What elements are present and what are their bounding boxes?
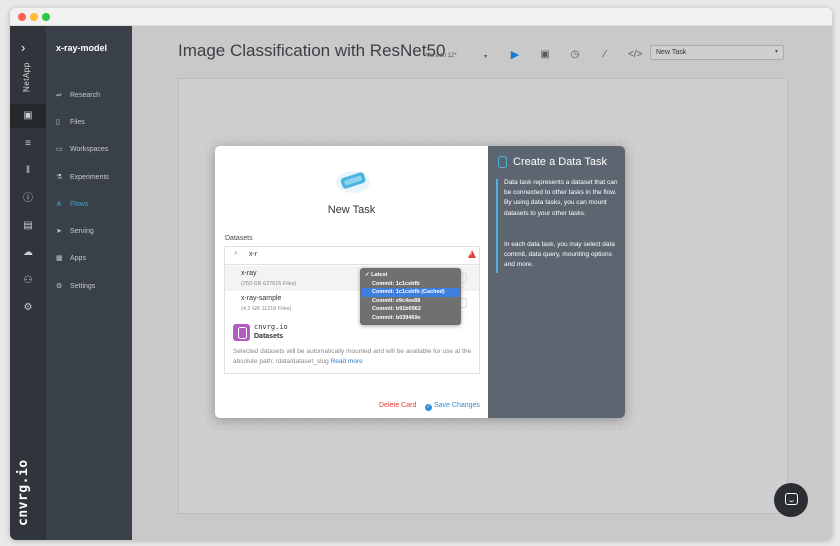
datasets-logo-icon [233,324,250,341]
delete-card-button[interactable]: Delete Card [379,402,416,409]
help-accent-bar [496,179,498,273]
page-title: Image Classification with ResNet50 [178,41,446,60]
sidebar-item-files[interactable]: ▯ Files [56,116,132,130]
flask-icon: ⚗ [56,174,63,181]
grid-icon: ▦ [56,255,63,262]
read-more-link[interactable]: Read more [331,358,363,365]
data-task-icon [498,156,507,168]
commit-option[interactable]: Commit: b91b0962 [361,305,460,314]
maximize-window-button[interactable] [42,13,50,21]
commit-option[interactable]: Commit: e9c4ee88 [361,297,460,306]
brand-title: Datasets [254,333,284,340]
save-changes-button[interactable]: ✓ Save Changes [425,402,480,411]
research-icon: ⇌ [56,92,62,99]
chat-icon [785,493,798,505]
commit-option-label: Commit: e9c4ee88 [372,297,421,304]
cnvrg-logo: cnvrg.io [16,459,31,526]
data-task-icon [336,171,370,193]
sidebar-item-label: Apps [70,255,86,262]
sidebar-item-settings[interactable]: ⚙ Settings [56,280,132,294]
library-icon[interactable]: ‖ [22,165,34,177]
package-icon[interactable]: ▤ [22,220,34,232]
icon-rail: › NetApp ▣ ≡ ‖ ⓘ ▤ ☁ ⚇ ⚙ cnvrg.io [10,26,46,540]
chevron-down-icon[interactable]: ▾ [484,53,487,60]
dialog-actions: Delete Card ✓ Save Changes [215,402,488,412]
warning-icon: ! [468,250,476,258]
check-icon: ✓ [425,404,432,411]
commit-dropdown: ✓ Latest Commit: 1c1cebfb Commit: 1c1ceb… [360,268,461,325]
sidebar-item-label: Serving [70,228,94,235]
chevron-right-icon[interactable]: › [21,40,25,55]
chevron-down-icon: ▾ [774,49,778,55]
brand-name: cnvrg.io [254,323,288,331]
save-icon[interactable]: ▣ [538,48,552,62]
task-select[interactable]: New Task ▾ [650,45,784,60]
commit-option-label: Commit: b91b0962 [372,306,421,312]
dataset-meta: (250 GB 627615 Files) [241,281,297,287]
info-icon[interactable]: ⓘ [22,193,34,205]
commit-option[interactable]: ✓ Latest [361,271,460,280]
commit-option-label: Latest [371,272,388,278]
help-title: Create a Data Task [513,156,607,168]
commit-option[interactable]: Commit: b039469e [361,314,460,323]
help-paragraph: Data task represents a dataset that can … [504,179,618,217]
datasets-label: Datasets [225,235,253,242]
database-icon[interactable]: ≡ [22,138,34,150]
datasets-brand: cnvrg.io Datasets [233,323,473,343]
project-name: x-ray-model [56,43,108,53]
flow-icon: ⋔ [56,201,62,208]
dataset-name: x-ray [241,270,257,277]
commit-option-selected[interactable]: Commit: 1c1cebfb (Cached) [361,288,460,297]
title-bar [10,8,832,26]
sidebar-item-label: Files [70,119,85,126]
dataset-meta: (4.2 GB 11218 Files) [241,306,292,312]
close-window-button[interactable] [18,13,26,21]
sidebar-item-label: Research [70,92,100,99]
commit-option-label: Commit: 1c1cebfb [372,280,420,287]
cog-settings-icon[interactable]: ⚙ [22,302,34,314]
commit-option-label: Commit: b039469e [372,314,421,321]
sidebar-item-research[interactable]: ⇌ Research [56,89,132,103]
help-paragraph: In each data task, you may select data c… [504,241,615,269]
help-panel: Create a Data Task Data task represents … [488,146,625,418]
play-icon[interactable]: ▶ [508,48,522,62]
search-icon: ⌕ [234,250,238,257]
sidebar-item-label: Settings [70,283,96,290]
team-icon[interactable]: ⚇ [22,275,34,287]
magic-wand-icon[interactable]: ⁄ [598,48,612,62]
sidebar-item-label: Flows [70,201,89,208]
version-select[interactable]: Version 12* [426,53,457,59]
dialog-title: New Task [327,204,376,216]
sidebar-item-workspaces[interactable]: ▭ Workspaces [56,143,132,157]
send-icon: ➤ [56,228,62,235]
sidebar-item-flows[interactable]: ⋔ Flows [56,198,132,212]
netapp-logo: NetApp [22,62,31,92]
dataset-search[interactable]: ⌕ x-r ! [225,247,479,265]
gear-icon: ⚙ [56,283,63,290]
mount-note: Selected datasets will be automatically … [233,347,473,367]
sidebar-item-label: Experiments [70,174,109,181]
workspace-icon: ▭ [56,146,63,153]
cloud-icon[interactable]: ☁ [22,247,34,259]
sidebar-item-experiments[interactable]: ⚗ Experiments [56,171,132,185]
notebook-icon[interactable]: ▣ [22,110,34,122]
dataset-search-input[interactable]: x-r [249,251,257,258]
chat-button[interactable] [774,483,808,517]
dataset-name: x-ray-sample [241,295,282,302]
code-icon[interactable]: </> [628,48,642,62]
history-icon[interactable]: ◷ [568,48,582,62]
sidebar-item-label: Workspaces [70,146,109,153]
task-select-value: New Task [656,49,687,56]
sidebar-item-serving[interactable]: ➤ Serving [56,225,132,239]
file-icon: ▯ [56,119,60,126]
project-sidebar: x-ray-model ⇌ Research ▯ Files ▭ Workspaces… [46,26,132,540]
commit-option[interactable]: Commit: 1c1cebfb [361,280,460,289]
commit-option-label: Commit: 1c1cebfb (Cached) [372,289,445,295]
sidebar-item-apps[interactable]: ▦ Apps [56,252,132,266]
save-changes-label: Save Changes [434,402,480,409]
minimize-window-button[interactable] [30,13,38,21]
